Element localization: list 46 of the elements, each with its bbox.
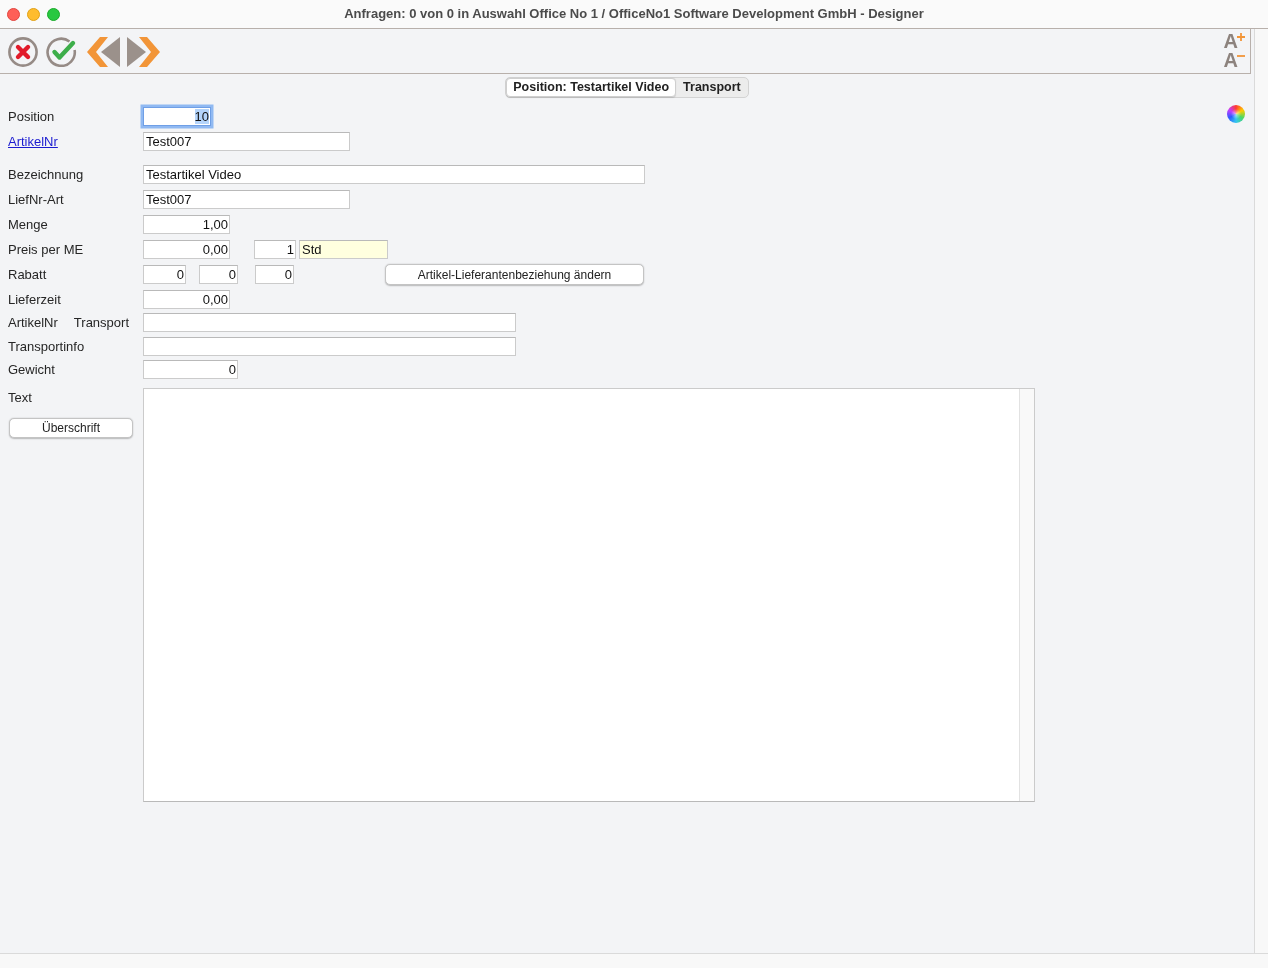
next-arrow-icon[interactable] — [126, 36, 160, 68]
tab[interactable]: Position: Testartikel Video — [506, 78, 677, 97]
checkmark-icon[interactable] — [46, 37, 78, 67]
field-label: Transportinfo — [8, 338, 85, 356]
cancel-icon[interactable] — [8, 37, 38, 67]
input-field[interactable]: 1,00 — [143, 215, 230, 234]
window-zoom-icon[interactable] — [47, 7, 60, 21]
window-minimize-icon[interactable] — [27, 7, 40, 21]
field-label: Menge — [8, 216, 48, 234]
input-field[interactable]: 0 — [255, 265, 294, 284]
field-label: LiefNr-Art — [8, 191, 64, 209]
label-link[interactable]: ArtikelNr — [8, 132, 58, 151]
input-field[interactable]: 0 — [143, 265, 186, 284]
field-label: Preis per ME — [8, 241, 84, 259]
input-field[interactable]: 1 — [254, 240, 296, 259]
lookup-field[interactable]: Std — [299, 240, 388, 259]
color-wheel-icon[interactable] — [1227, 105, 1245, 123]
scrollbar-track[interactable] — [1019, 389, 1034, 801]
minus-icon — [1237, 52, 1245, 60]
action-button[interactable]: Artikel-Lieferantenbeziehung ändern — [385, 264, 644, 285]
input-field[interactable]: 10 — [143, 107, 211, 126]
scrollbar-track[interactable] — [1254, 29, 1268, 953]
tab[interactable]: Transport — [676, 78, 748, 97]
field-label: Gewicht — [8, 361, 55, 379]
field-label: Transport — [73, 314, 129, 332]
input-field[interactable]: Testartikel Video — [143, 165, 645, 184]
scrollbar-track[interactable] — [0, 953, 1268, 968]
field-label: Position — [8, 108, 55, 126]
input-field[interactable]: 0,00 — [143, 290, 230, 309]
field-label: Bezeichnung — [8, 166, 84, 184]
plus-icon — [1237, 33, 1245, 41]
input-field[interactable]: 0 — [199, 265, 238, 284]
previous-arrow-icon[interactable] — [87, 36, 121, 68]
input-field[interactable]: Test007 — [143, 190, 350, 209]
field-label: ArtikelNr — [8, 314, 58, 332]
input-field[interactable]: 0,00 — [143, 240, 230, 259]
window-close-icon[interactable] — [7, 7, 20, 21]
input-field[interactable] — [143, 313, 516, 332]
field-label: Text — [8, 389, 32, 407]
input-field[interactable]: 0 — [143, 360, 238, 379]
input-field[interactable]: Test007 — [143, 132, 350, 151]
field-label: Rabatt — [8, 266, 47, 284]
window-title: Anfragen: 0 von 0 in Auswahl Office No 1 / OfficeNo1 Software Development GmbH - Designer — [344, 5, 924, 24]
field-label: Lieferzeit — [8, 291, 61, 309]
input-field[interactable] — [143, 337, 516, 356]
heading-button[interactable]: Überschrift — [9, 418, 133, 438]
